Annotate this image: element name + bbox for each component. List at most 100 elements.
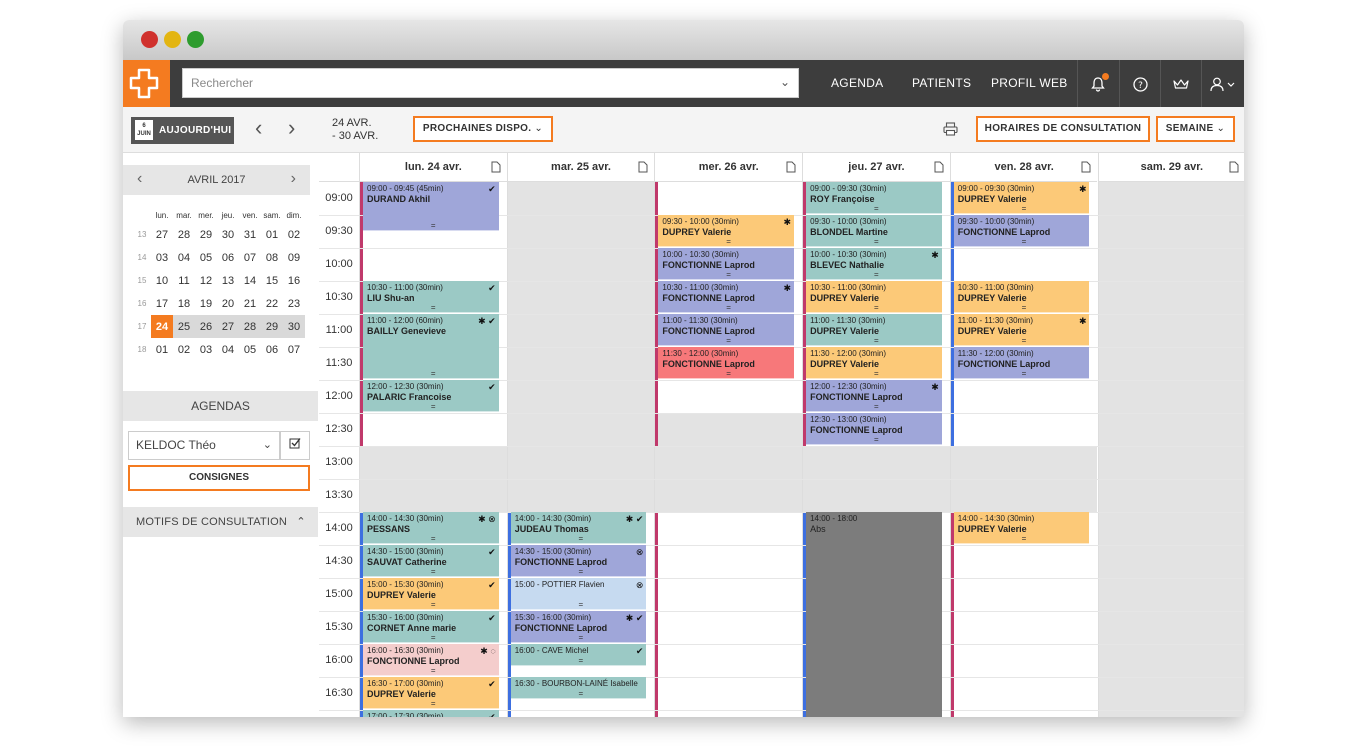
mini-calendar-day[interactable]: 23 [283, 292, 305, 315]
appointment-block[interactable]: 09:00 - 09:30 (30min) DUPREY Valerie ✱ = [953, 182, 1090, 214]
mini-calendar-day[interactable]: 26 [195, 315, 217, 338]
appointment-status-icon[interactable]: ✔ [488, 580, 496, 590]
day-column[interactable] [949, 182, 1098, 717]
drag-handle-icon[interactable]: = [431, 535, 436, 543]
mini-calendar-day[interactable]: 10 [151, 269, 173, 292]
mini-calendar-day[interactable]: 30 [217, 223, 239, 246]
mini-calendar-day[interactable]: 31 [239, 223, 261, 246]
drag-handle-icon[interactable]: = [1022, 535, 1027, 543]
mini-calendar-day[interactable]: 07 [283, 338, 305, 361]
mini-calendar-day[interactable]: 19 [195, 292, 217, 315]
crown-icon[interactable] [1161, 60, 1201, 107]
mini-calendar-day[interactable]: 05 [195, 246, 217, 269]
appointment-status-icon[interactable]: ✱ ✔ [626, 514, 644, 524]
semaine-view-button[interactable]: SEMAINE ⌄ [1156, 116, 1235, 142]
document-icon[interactable] [638, 153, 648, 181]
appointment-block[interactable]: 15:30 - 16:00 (30min) CORNET Anne marie ✔ = [363, 611, 499, 643]
previous-week-button[interactable]: ‹ [255, 117, 262, 139]
chevron-down-icon[interactable]: ⌄ [780, 75, 790, 89]
appointment-status-icon[interactable]: ⊗ [636, 547, 644, 557]
appointment-status-icon[interactable]: ✱ [931, 382, 939, 392]
appointment-block[interactable]: 12:30 - 13:00 (30min) FONCTIONNE Laprod = [806, 413, 942, 445]
appointment-block[interactable]: 16:30 - BOURBON-LAINÉ Isabelle = [510, 677, 647, 700]
minimize-window-button[interactable] [164, 31, 181, 48]
mini-calendar-day[interactable]: 29 [195, 223, 217, 246]
day-header[interactable]: mer. 26 avr. [654, 153, 803, 182]
appointment-block[interactable]: 14:00 - 14:30 (30min) JUDEAU Thomas ✱ ✔ = [510, 512, 647, 544]
appointment-status-icon[interactable]: ✱ [1079, 184, 1087, 194]
mini-calendar-day[interactable]: 28 [239, 315, 261, 338]
drag-handle-icon[interactable]: = [874, 205, 879, 213]
mini-calendar-day[interactable]: 02 [173, 338, 195, 361]
appointment-status-icon[interactable]: ✱ [1079, 316, 1087, 326]
maximize-window-button[interactable] [187, 31, 204, 48]
appointment-block[interactable]: 10:00 - 10:30 (30min) BLEVEC Nathalie ✱ = [806, 248, 942, 280]
mini-calendar-day[interactable]: 20 [217, 292, 239, 315]
mini-calendar-day[interactable]: 01 [151, 338, 173, 361]
drag-handle-icon[interactable]: = [431, 370, 436, 378]
drag-handle-icon[interactable]: = [1022, 238, 1027, 246]
appointment-block[interactable]: 12:00 - 12:30 (30min) FONCTIONNE Laprod ✱ = [806, 380, 942, 412]
drag-handle-icon[interactable]: = [1022, 304, 1027, 312]
appointment-status-icon[interactable]: ✱ [931, 250, 939, 260]
appointment-block[interactable]: 11:30 - 12:00 (30min) FONCTIONNE Laprod = [953, 347, 1090, 379]
mini-calendar-day[interactable]: 27 [151, 223, 173, 246]
appointment-status-icon[interactable]: ✱ ✔ [626, 613, 644, 623]
mini-calendar-day[interactable]: 27 [217, 315, 239, 338]
search-input[interactable]: Rechercher ⌄ [182, 68, 799, 98]
print-icon[interactable] [943, 122, 958, 141]
mini-calendar-day[interactable]: 15 [261, 269, 283, 292]
drag-handle-icon[interactable]: = [874, 238, 879, 246]
appointment-status-icon[interactable]: ✔ [488, 679, 496, 689]
next-week-button[interactable]: › [288, 117, 295, 139]
appointment-block[interactable]: 15:30 - 16:00 (30min) FONCTIONNE Laprod ✱ … [510, 611, 647, 643]
appointment-block[interactable]: 16:00 - CAVE Michel ✔ = [510, 644, 647, 667]
help-icon[interactable]: ? [1120, 60, 1160, 107]
day-header[interactable]: jeu. 27 avr. [802, 153, 950, 182]
appointment-block[interactable]: 11:30 - 12:00 (30min) FONCTIONNE Laprod = [658, 347, 795, 379]
mini-calendar-day[interactable]: 04 [173, 246, 195, 269]
drag-handle-icon[interactable]: = [579, 568, 584, 576]
appointment-status-icon[interactable]: ✱ ✔ [478, 316, 496, 326]
appointment-status-icon[interactable]: ✔ [488, 184, 496, 194]
drag-handle-icon[interactable]: = [431, 403, 436, 411]
drag-handle-icon[interactable]: = [431, 634, 436, 642]
drag-handle-icon[interactable]: = [431, 304, 436, 312]
appointment-block[interactable]: 14:00 - 14:30 (30min) DUPREY Valerie = [953, 512, 1090, 544]
mini-calendar-day[interactable]: 24 [151, 315, 173, 338]
appointment-block[interactable]: 14:00 - 18:00 Abs [806, 512, 942, 717]
day-header[interactable]: lun. 24 avr. [359, 153, 507, 182]
mini-calendar-day[interactable]: 29 [261, 315, 283, 338]
keldoc-logo-icon[interactable] [123, 60, 170, 107]
appointment-block[interactable]: 15:00 - POTTIER Flavien ⊗ = [510, 578, 647, 610]
mini-calendar-day[interactable]: 07 [239, 246, 261, 269]
day-column[interactable] [1097, 182, 1244, 717]
appointment-block[interactable]: 09:30 - 10:00 (30min) DUPREY Valerie ✱ = [658, 215, 795, 247]
appointment-status-icon[interactable]: ✱ [784, 283, 792, 293]
drag-handle-icon[interactable]: = [431, 568, 436, 576]
appointment-block[interactable]: 11:00 - 11:30 (30min) FONCTIONNE Laprod = [658, 314, 795, 346]
horaires-consultation-button[interactable]: HORAIRES DE CONSULTATION [976, 116, 1150, 142]
appointment-status-icon[interactable]: ✱ ◌ [480, 646, 495, 656]
appointment-block[interactable]: 16:30 - 17:00 (30min) DUPREY Valerie ✔ = [363, 677, 499, 709]
mini-calendar-day[interactable]: 17 [151, 292, 173, 315]
appointment-block[interactable]: 14:30 - 15:00 (30min) FONCTIONNE Laprod ⊗ = [510, 545, 647, 577]
bell-icon[interactable] [1078, 60, 1118, 107]
drag-handle-icon[interactable]: = [579, 690, 584, 698]
drag-handle-icon[interactable]: = [874, 304, 879, 312]
nav-patients[interactable]: PATIENTS [912, 60, 971, 107]
appointment-block[interactable]: 10:00 - 10:30 (30min) FONCTIONNE Laprod = [658, 248, 795, 280]
drag-handle-icon[interactable]: = [431, 221, 436, 230]
drag-handle-icon[interactable]: = [431, 667, 436, 675]
appointment-block[interactable]: 10:30 - 11:00 (30min) LIU Shu-an ✔ = [363, 281, 499, 313]
mini-calendar-day[interactable]: 25 [173, 315, 195, 338]
drag-handle-icon[interactable]: = [726, 304, 731, 312]
drag-handle-icon[interactable]: = [431, 700, 436, 708]
drag-handle-icon[interactable]: = [874, 436, 879, 444]
drag-handle-icon[interactable]: = [874, 370, 879, 378]
appointment-block[interactable]: 09:30 - 10:00 (30min) FONCTIONNE Laprod = [953, 215, 1090, 247]
drag-handle-icon[interactable]: = [726, 370, 731, 378]
mini-calendar-day[interactable]: 02 [283, 223, 305, 246]
appointment-status-icon[interactable]: ⊗ [636, 580, 644, 590]
mini-calendar-day[interactable]: 06 [261, 338, 283, 361]
